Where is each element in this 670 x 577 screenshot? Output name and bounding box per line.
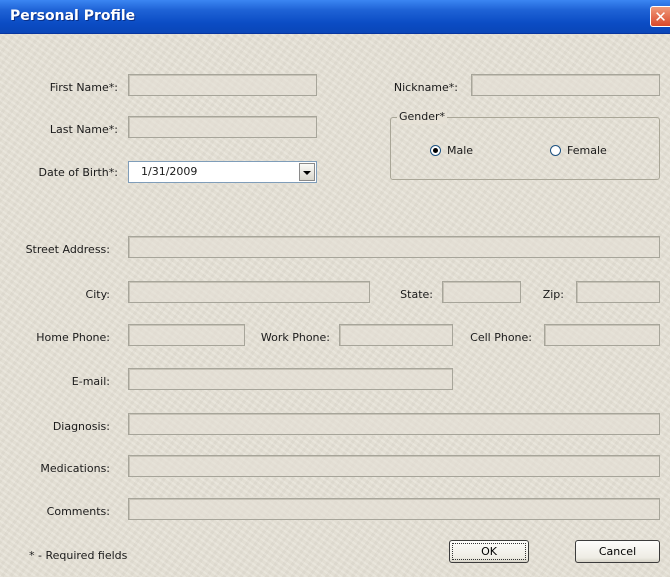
diagnosis-label: Diagnosis:	[52, 420, 110, 433]
date-of-birth-value: 1/31/2009	[141, 165, 198, 178]
cancel-button[interactable]: Cancel	[575, 540, 660, 563]
personal-profile-dialog: Personal Profile ✕ First Name*: Last Nam…	[0, 0, 670, 577]
gender-female-radio[interactable]	[550, 145, 561, 156]
email-label: E-mail:	[71, 375, 110, 388]
nickname-field[interactable]	[471, 74, 660, 96]
email-field[interactable]	[128, 368, 453, 390]
diagnosis-field[interactable]	[128, 413, 660, 435]
state-label: State:	[400, 288, 433, 301]
zip-field[interactable]	[576, 281, 660, 303]
city-label: City:	[85, 288, 110, 301]
comments-field[interactable]	[128, 498, 660, 520]
last-name-field[interactable]	[128, 116, 317, 138]
gender-male-label[interactable]: Male	[447, 144, 473, 158]
last-name-label: Last Name*:	[49, 123, 118, 136]
first-name-field[interactable]	[128, 74, 317, 96]
cell-phone-label: Cell Phone:	[470, 331, 532, 344]
medications-field[interactable]	[128, 455, 660, 477]
date-of-birth-label: Date of Birth*:	[38, 166, 118, 179]
gender-female-label[interactable]: Female	[567, 144, 607, 158]
work-phone-field[interactable]	[339, 324, 453, 346]
required-fields-note: * - Required fields	[29, 549, 128, 562]
window-title: Personal Profile	[10, 8, 136, 24]
state-field[interactable]	[442, 281, 521, 303]
date-dropdown-button[interactable]	[299, 163, 315, 181]
street-address-field[interactable]	[128, 236, 660, 258]
title-bar[interactable]: Personal Profile ✕	[0, 0, 670, 34]
city-field[interactable]	[128, 281, 370, 303]
close-icon: ✕	[654, 8, 667, 26]
close-button[interactable]: ✕	[650, 6, 670, 27]
ok-button[interactable]: OK	[449, 540, 529, 563]
medications-label: Medications:	[40, 462, 110, 475]
home-phone-field[interactable]	[128, 324, 245, 346]
comments-label: Comments:	[46, 505, 110, 518]
first-name-label: First Name*:	[49, 81, 118, 94]
work-phone-label: Work Phone:	[260, 331, 330, 344]
gender-legend: Gender*	[397, 110, 448, 124]
home-phone-label: Home Phone:	[36, 331, 110, 344]
gender-male-radio[interactable]	[430, 145, 441, 156]
street-address-label: Street Address:	[25, 243, 110, 256]
nickname-label: Nickname*:	[393, 81, 458, 94]
date-of-birth-picker[interactable]: 1/31/2009	[128, 161, 317, 183]
zip-label: Zip:	[542, 288, 564, 301]
cell-phone-field[interactable]	[544, 324, 660, 346]
